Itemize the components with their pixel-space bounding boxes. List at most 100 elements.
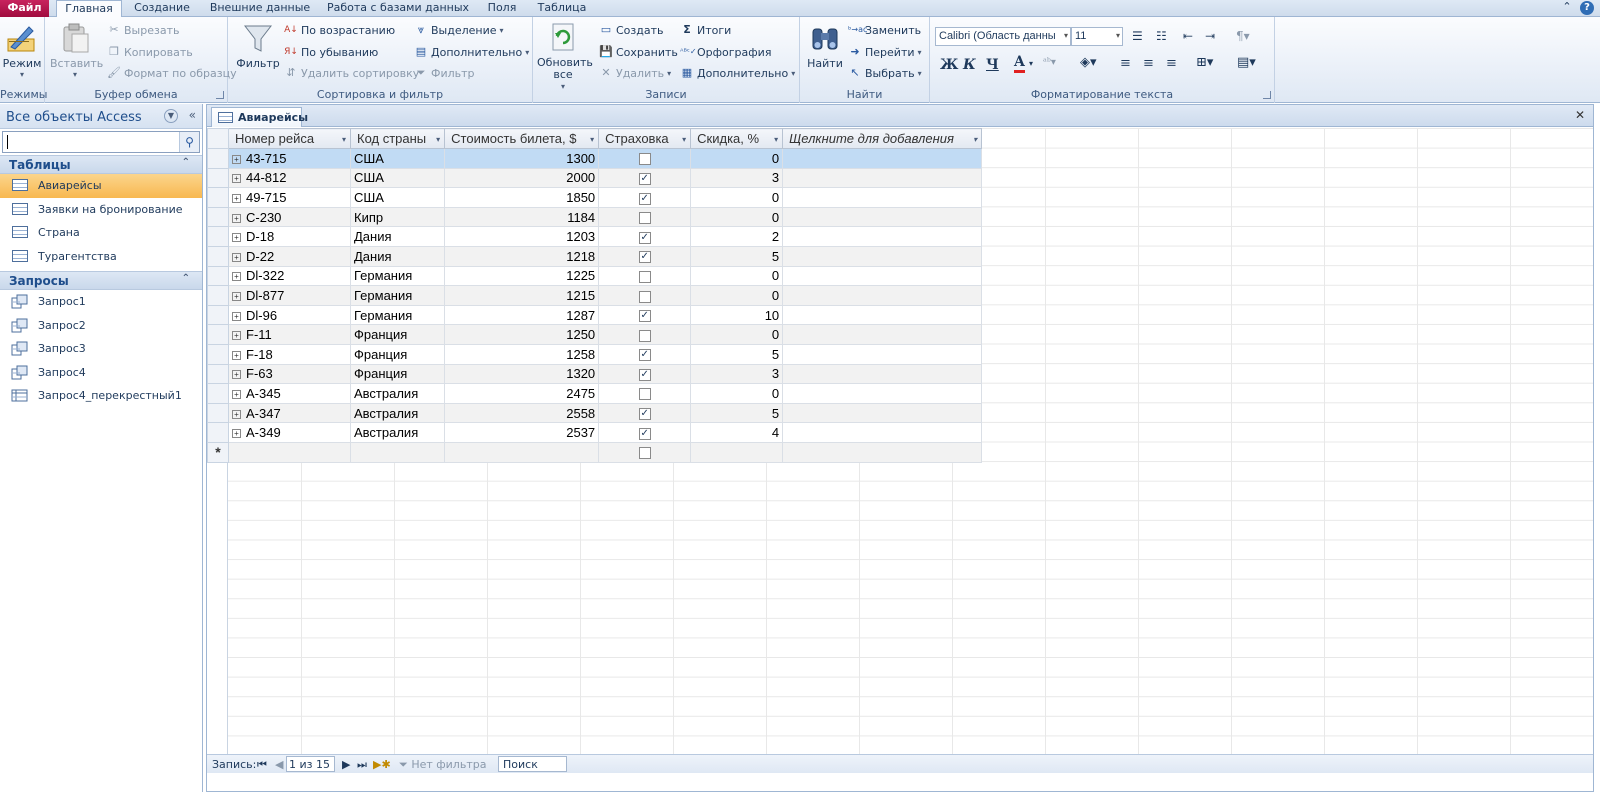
tab-home[interactable]: Главная bbox=[56, 0, 122, 18]
cell-insurance[interactable] bbox=[598, 324, 692, 345]
cell-ticket-price[interactable]: 1850 bbox=[444, 187, 600, 208]
cell-discount[interactable]: 0 bbox=[690, 187, 784, 208]
table-row[interactable]: +43-715 США 1300 0 bbox=[207, 148, 983, 169]
view-mode-button[interactable]: Режим ▾ bbox=[2, 21, 42, 79]
expand-icon[interactable]: + bbox=[232, 292, 241, 302]
cell-empty[interactable] bbox=[782, 343, 983, 365]
align-center-icon[interactable]: ≡ bbox=[1143, 56, 1154, 71]
chevron-down-icon[interactable]: ▼ bbox=[164, 109, 178, 123]
cell-ticket-price[interactable]: 2558 bbox=[444, 402, 600, 424]
tab-external-data[interactable]: Внешние данные bbox=[204, 0, 316, 17]
cell-flight-number[interactable]: + F-18 bbox=[228, 343, 351, 365]
cell-empty[interactable] bbox=[782, 206, 983, 228]
record-selector[interactable] bbox=[207, 285, 229, 306]
cell-discount[interactable]: 0 bbox=[690, 206, 784, 228]
record-selector[interactable] bbox=[207, 422, 229, 443]
cell-empty[interactable] bbox=[782, 383, 983, 404]
record-selector[interactable] bbox=[207, 304, 229, 326]
column-header[interactable]: Номер рейса ▾ bbox=[228, 128, 351, 149]
paste-button[interactable]: Вставить ▾ bbox=[50, 21, 103, 79]
save-record-button[interactable]: 💾 Сохранить bbox=[599, 45, 678, 59]
nav-item-query[interactable]: Запрос1 bbox=[0, 290, 202, 314]
checkbox[interactable] bbox=[638, 329, 651, 342]
new-record-button[interactable]: ▭ Создать bbox=[599, 23, 664, 37]
table-row[interactable]: + F-63 Франция 1320 ✓ 3 bbox=[207, 363, 983, 385]
cell-discount[interactable]: 5 bbox=[690, 245, 784, 267]
chevron-down-icon[interactable]: ▾ bbox=[436, 135, 440, 144]
new-record-cell[interactable] bbox=[444, 441, 600, 463]
new-record-cell[interactable] bbox=[690, 441, 784, 463]
column-header[interactable]: Страховка ▾ bbox=[598, 128, 692, 149]
checkbox[interactable]: ✓ bbox=[638, 172, 651, 185]
select-all-corner[interactable] bbox=[207, 128, 229, 149]
cell-insurance[interactable] bbox=[598, 148, 692, 169]
new-record-icon[interactable]: ▶✱ bbox=[373, 758, 391, 771]
close-icon[interactable]: ✕ bbox=[1575, 108, 1585, 122]
cell-country-code[interactable]: Франция bbox=[349, 363, 446, 385]
cell-empty[interactable] bbox=[782, 422, 983, 443]
record-selector[interactable] bbox=[207, 383, 229, 404]
cell-flight-number[interactable]: + A-345 bbox=[228, 383, 351, 404]
cell-insurance[interactable] bbox=[598, 206, 692, 228]
expand-icon[interactable]: + bbox=[232, 174, 241, 184]
increase-indent-icon[interactable]: ⇥ bbox=[1205, 29, 1215, 43]
record-selector[interactable] bbox=[207, 402, 229, 424]
cell-country-code[interactable]: Австралия bbox=[349, 422, 446, 443]
cell-empty[interactable] bbox=[782, 363, 983, 385]
cell-flight-number[interactable]: + F-63 bbox=[228, 363, 351, 385]
table-row[interactable]: + A-347 Австралия 2558 ✓ 5 bbox=[207, 402, 983, 424]
delete-record-button[interactable]: ✕ Удалить ▾ bbox=[599, 66, 671, 80]
expand-icon[interactable]: + bbox=[232, 350, 241, 360]
dialog-launcher-icon[interactable] bbox=[1263, 91, 1271, 99]
replace-button[interactable]: ᵇ→ac Заменить bbox=[848, 23, 921, 37]
collapse-pane-icon[interactable]: « bbox=[189, 108, 196, 122]
add-column-header[interactable]: Щелкните для добавления ▾ bbox=[782, 128, 983, 149]
cell-flight-number[interactable]: + A-347 bbox=[228, 402, 351, 424]
chevron-down-icon[interactable]: ▾ bbox=[682, 135, 686, 144]
cell-ticket-price[interactable]: 1203 bbox=[444, 226, 600, 247]
document-tab-aviareisy[interactable]: Авиарейсы bbox=[211, 107, 308, 127]
help-icon[interactable]: ? bbox=[1580, 1, 1594, 15]
cell-ticket-price[interactable]: 1250 bbox=[444, 324, 600, 345]
cell-discount[interactable]: 10 bbox=[690, 304, 784, 326]
first-record-icon[interactable]: ⏮ bbox=[257, 758, 267, 772]
copy-button[interactable]: ❐ Копировать bbox=[107, 45, 193, 59]
new-record-row[interactable]: * bbox=[207, 441, 983, 463]
expand-icon[interactable]: + bbox=[232, 194, 241, 204]
select-button[interactable]: ↖ Выбрать ▾ bbox=[848, 66, 921, 80]
cell-discount[interactable]: 0 bbox=[690, 148, 784, 169]
nav-item-query[interactable]: Запрос2 bbox=[0, 314, 202, 338]
align-left-icon[interactable]: ≡ bbox=[1120, 56, 1131, 71]
tab-create[interactable]: Создание bbox=[126, 0, 198, 17]
checkbox[interactable] bbox=[638, 153, 651, 166]
cell-flight-number[interactable]: +44-812 bbox=[228, 167, 351, 189]
cell-flight-number[interactable]: + Dl-322 bbox=[228, 265, 351, 287]
cell-country-code[interactable]: Германия bbox=[349, 265, 446, 287]
checkbox[interactable]: ✓ bbox=[638, 251, 651, 264]
table-row[interactable]: + F-11 Франция 1250 0 bbox=[207, 324, 983, 345]
nav-search-input[interactable]: ⚲ bbox=[2, 131, 200, 153]
more-records-button[interactable]: ▦ Дополнительно ▾ bbox=[680, 66, 795, 80]
search-icon[interactable]: ⚲ bbox=[179, 132, 199, 152]
spelling-button[interactable]: ᴬᴮᶜ✓ Орфография bbox=[680, 45, 771, 59]
cell-insurance[interactable]: ✓ bbox=[598, 226, 692, 247]
table-row[interactable]: + A-349 Австралия 2537 ✓ 4 bbox=[207, 422, 983, 443]
cell-country-code[interactable]: Дания bbox=[349, 245, 446, 267]
cell-empty[interactable] bbox=[782, 265, 983, 287]
cell-flight-number[interactable]: + D-18 bbox=[228, 226, 351, 247]
table-row[interactable]: + F-18 Франция 1258 ✓ 5 bbox=[207, 343, 983, 365]
find-button[interactable]: Найти bbox=[806, 21, 844, 70]
paragraph-direction-icon[interactable]: ¶▾ bbox=[1236, 29, 1250, 43]
cell-flight-number[interactable]: + F-11 bbox=[228, 324, 351, 345]
cell-country-code[interactable]: Франция bbox=[349, 324, 446, 345]
cell-ticket-price[interactable]: 1225 bbox=[444, 265, 600, 287]
cell-insurance[interactable]: ✓ bbox=[598, 187, 692, 208]
checkbox[interactable] bbox=[638, 290, 651, 303]
checkbox[interactable]: ✓ bbox=[638, 231, 651, 244]
checkbox[interactable]: ✓ bbox=[638, 192, 651, 205]
collapse-ribbon-icon[interactable]: ⌃ bbox=[1560, 0, 1574, 14]
tab-database-tools[interactable]: Работа с базами данных bbox=[322, 0, 474, 17]
cell-discount[interactable]: 3 bbox=[690, 363, 784, 385]
table-row[interactable]: + D-22 Дания 1218 ✓ 5 bbox=[207, 245, 983, 267]
expand-icon[interactable]: + bbox=[232, 213, 241, 223]
